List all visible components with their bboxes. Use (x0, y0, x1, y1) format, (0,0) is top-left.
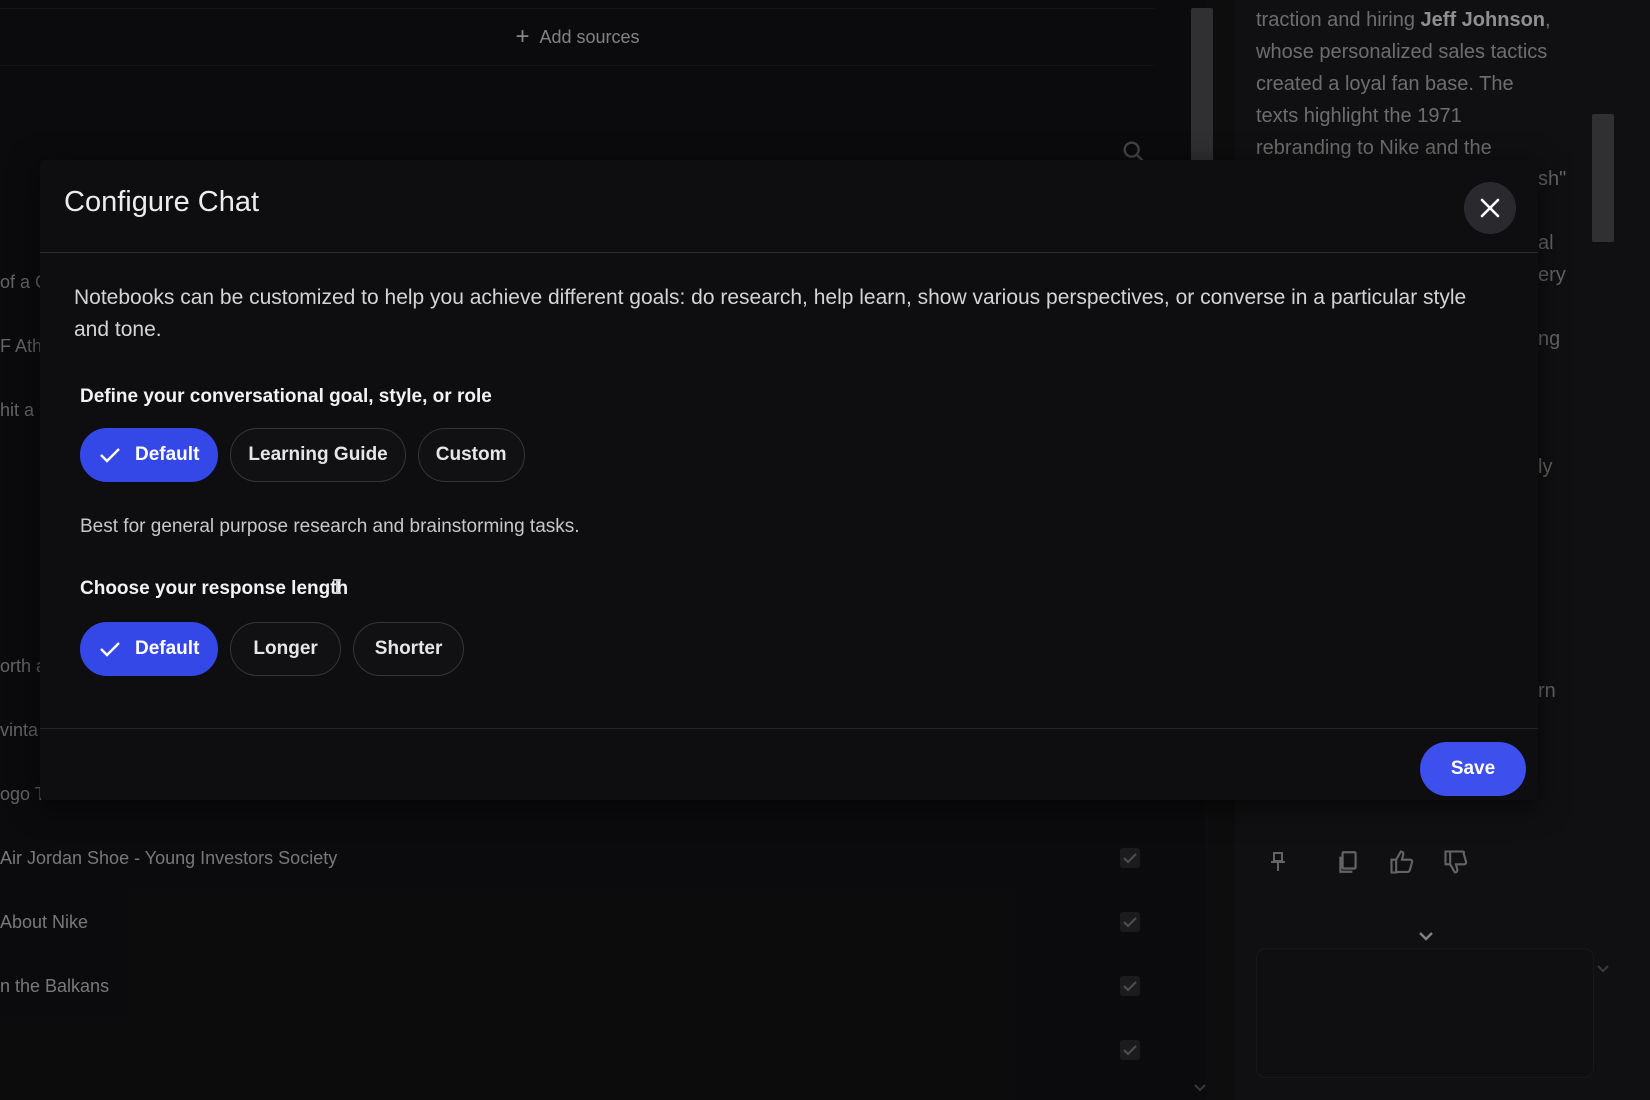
length-options: Default Longer Shorter (80, 622, 465, 676)
goal-section-label: Define your conversational goal, style, … (80, 386, 492, 407)
length-option-shorter[interactable]: Shorter (352, 622, 465, 676)
close-button[interactable] (1464, 182, 1516, 234)
length-section-label: Choose your response length (80, 578, 349, 599)
configure-chat-dialog: Configure Chat Notebooks can be customiz… (40, 160, 1538, 800)
dialog-title: Configure Chat (64, 186, 260, 218)
length-option-longer[interactable]: Longer (230, 622, 341, 676)
save-button[interactable]: Save (1420, 742, 1526, 796)
goal-hint: Best for general purpose research and br… (80, 516, 580, 537)
divider (40, 252, 1538, 253)
close-icon (1480, 198, 1500, 218)
dialog-description: Notebooks can be customized to help you … (74, 286, 1467, 341)
goal-options: Default Learning Guide Custom (80, 428, 525, 482)
check-icon (97, 636, 123, 662)
divider (40, 728, 1538, 729)
length-option-default[interactable]: Default (80, 622, 219, 676)
goal-option-default[interactable]: Default (80, 428, 219, 482)
goal-option-learning-guide[interactable]: Learning Guide (230, 428, 406, 482)
goal-option-custom[interactable]: Custom (417, 428, 525, 482)
text-cursor-icon: I (331, 575, 344, 599)
check-icon (97, 442, 123, 468)
